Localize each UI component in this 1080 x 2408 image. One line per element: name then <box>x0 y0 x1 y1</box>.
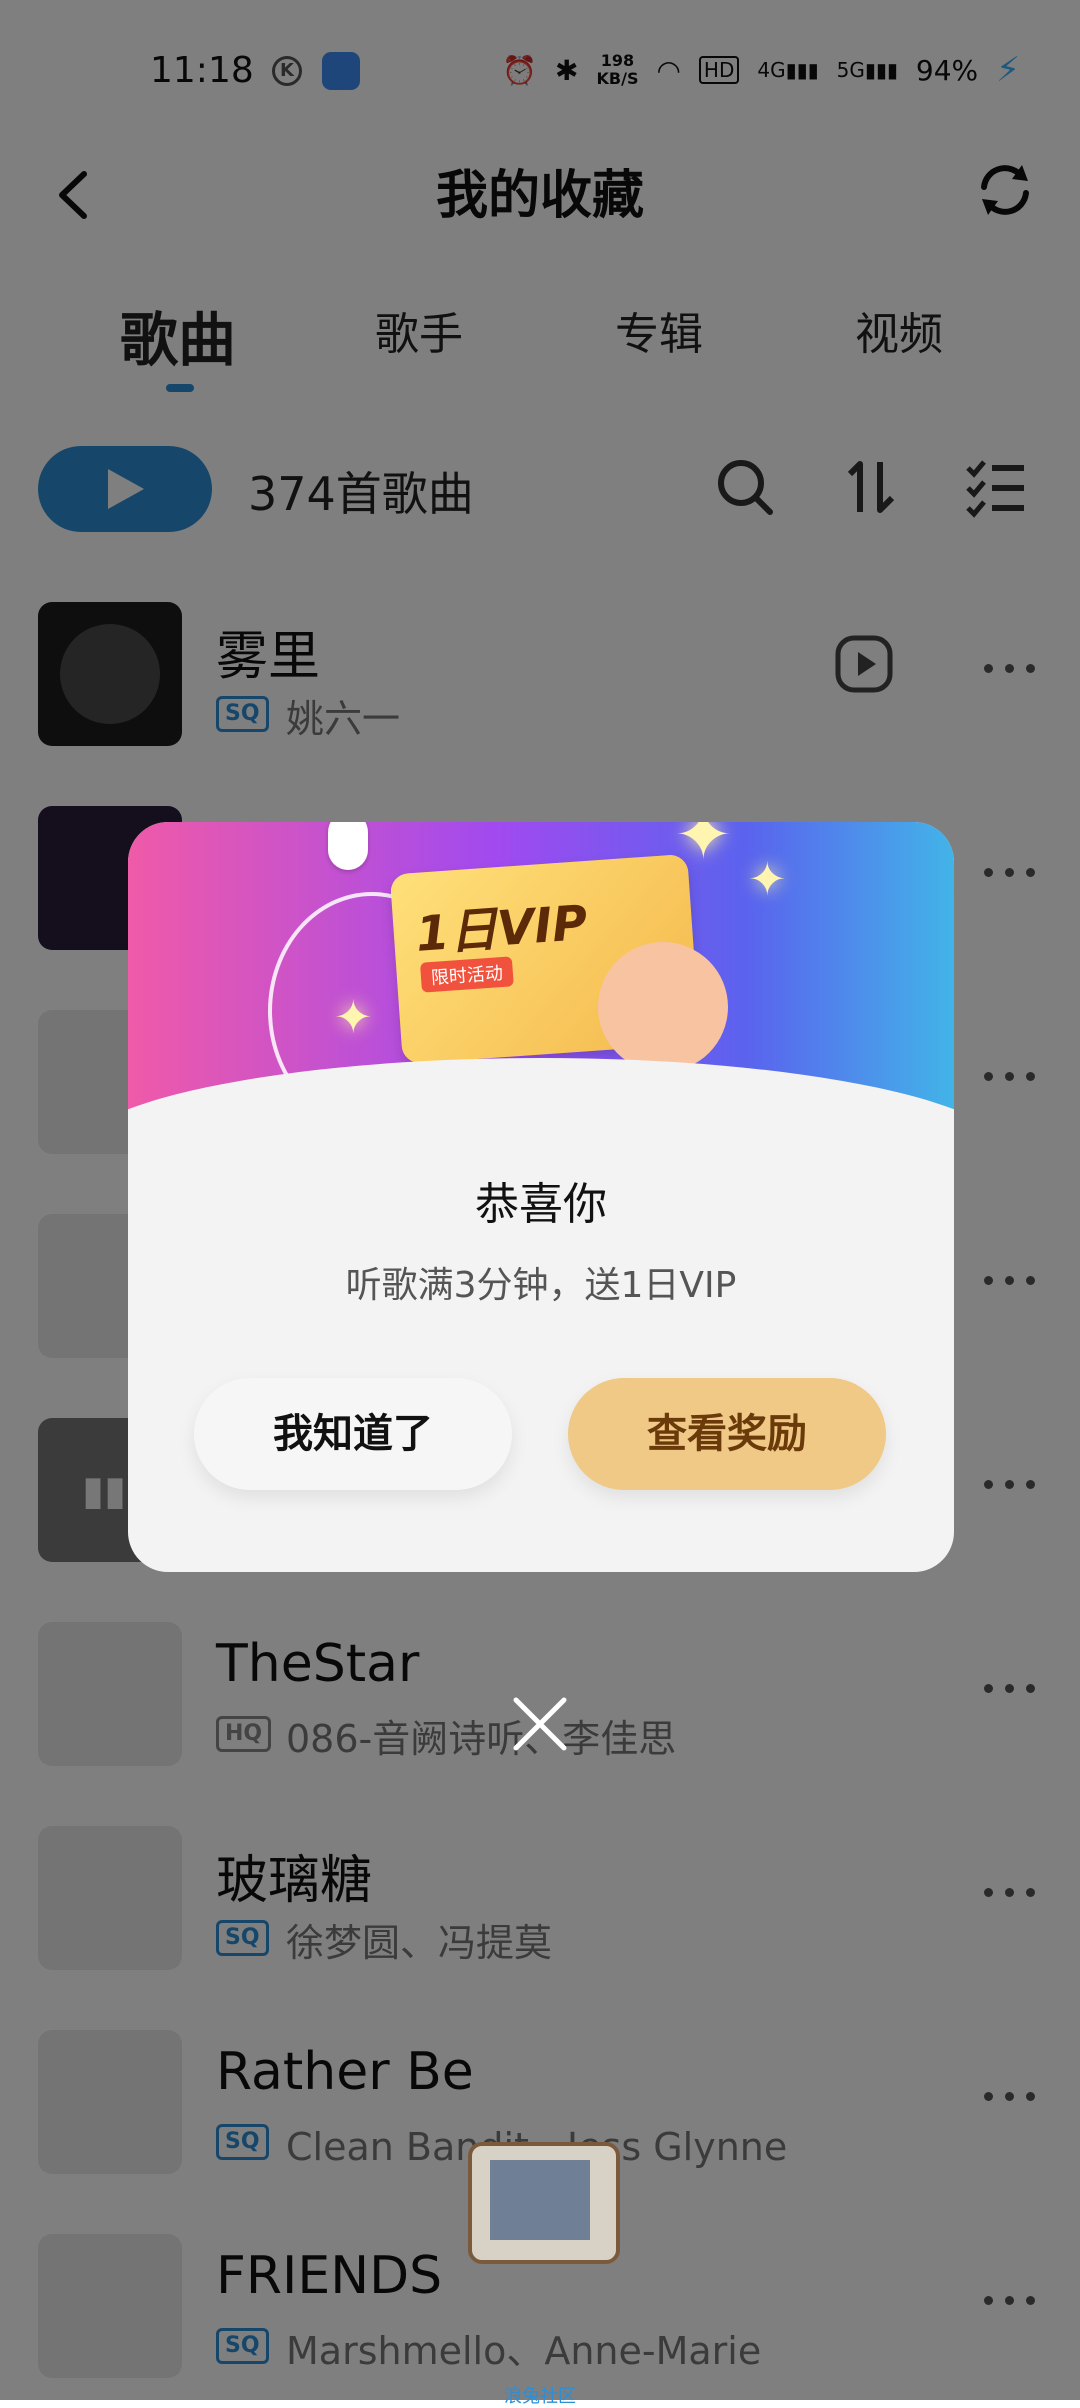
view-reward-button[interactable]: 查看奖励 <box>568 1378 886 1490</box>
vip-card-title: 1日VIP <box>414 895 590 963</box>
dialog-heading: 恭喜你 <box>475 1179 607 1230</box>
sparkle-icon: ✦ <box>748 852 787 906</box>
community-label[interactable]: 浪兔社区 <box>0 2382 1080 2408</box>
close-icon <box>513 1697 567 1751</box>
dialog-subtitle: 听歌满3分钟，送1日VIP <box>345 1265 737 1306</box>
community-picture <box>490 2160 590 2240</box>
earbud-icon <box>328 822 368 870</box>
hand-illustration <box>598 942 728 1072</box>
sparkle-icon: ✦ <box>674 822 733 876</box>
sparkle-icon: ✦ <box>334 990 373 1044</box>
vip-reward-dialog: 1日VIP 限时活动 ✦ ✦ ✦ 恭喜你 听歌满3分钟，送1日VIP 我知道了 … <box>128 822 954 1572</box>
close-dialog-button[interactable] <box>508 1692 572 1756</box>
community-float-button[interactable] <box>468 2142 620 2264</box>
dismiss-button[interactable]: 我知道了 <box>194 1378 512 1490</box>
vip-card-tag: 限时活动 <box>419 956 514 993</box>
